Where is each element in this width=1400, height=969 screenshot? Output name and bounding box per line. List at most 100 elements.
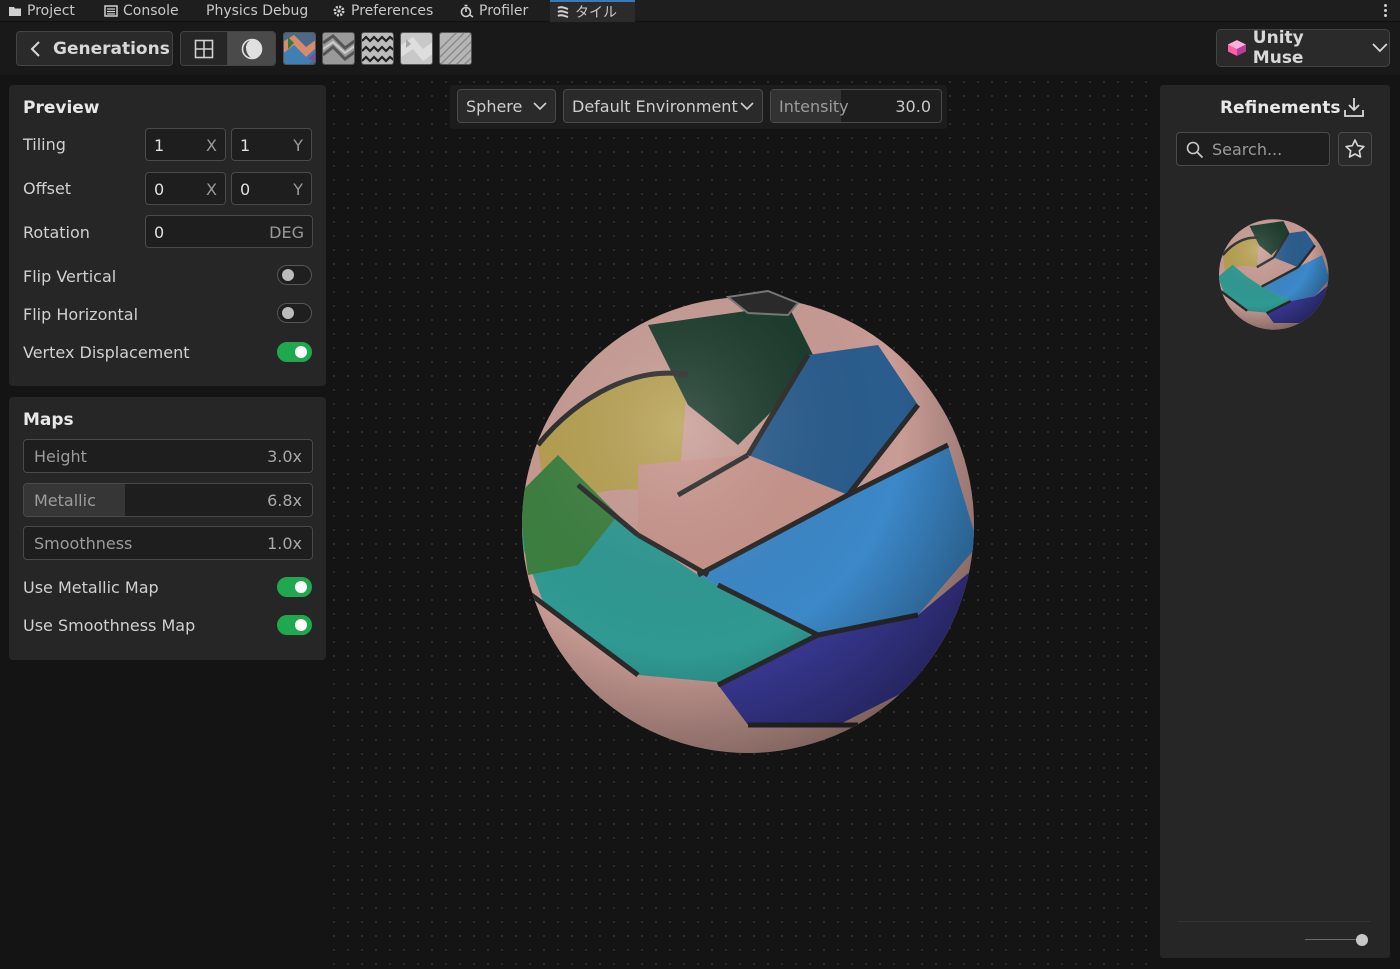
maps-panel: Maps Height 3.0x Metallic 6.8x Smoothnes…	[9, 397, 326, 660]
rotation-value: 0	[154, 223, 165, 242]
profiler-icon	[460, 4, 474, 18]
normal-map-thumbnail[interactable]	[361, 32, 394, 65]
use-metallic-map-toggle[interactable]	[277, 577, 312, 597]
grid-icon	[194, 39, 214, 58]
muse-texture-icon	[557, 6, 569, 18]
tiling-y-unit: Y	[293, 136, 303, 155]
metallic-slider[interactable]: Metallic 6.8x	[23, 483, 313, 517]
console-icon	[104, 5, 118, 17]
rotation-unit: DEG	[269, 223, 304, 242]
view-mode-toggle	[180, 31, 276, 66]
environment-dropdown[interactable]: Default Environment	[563, 89, 763, 123]
tab-tile[interactable]: タイル	[550, 0, 635, 22]
metallic-value: 6.8x	[267, 491, 302, 510]
offset-label: Offset	[23, 179, 72, 198]
flip-vertical-toggle[interactable]	[277, 265, 312, 285]
chevron-down-icon	[533, 102, 547, 111]
search-placeholder: Search...	[1212, 140, 1283, 159]
tiling-y-field[interactable]: 1 Y	[231, 128, 312, 161]
rotation-field[interactable]: 0 DEG	[145, 215, 313, 248]
more-options-icon[interactable]	[1382, 2, 1388, 20]
search-icon	[1186, 141, 1204, 159]
intensity-value: 30.0	[895, 97, 931, 116]
favorites-button[interactable]	[1338, 132, 1372, 166]
unity-muse-button[interactable]: Unity Muse	[1216, 28, 1390, 68]
back-button-label: Generations	[53, 38, 170, 59]
toolbar: Generations Unity Muse	[0, 22, 1400, 75]
height-map-thumbnail[interactable]	[322, 32, 355, 65]
divider	[1178, 921, 1371, 922]
tab-console[interactable]: Console	[104, 0, 179, 22]
use-smoothness-map-toggle[interactable]	[277, 615, 312, 635]
smoothness-map-thumbnail[interactable]	[439, 32, 472, 65]
editor-tab-bar: Project Console Physics Debug Preference…	[0, 0, 1400, 22]
tiling-x-value: 1	[154, 136, 165, 155]
chevron-down-icon	[1372, 43, 1388, 53]
height-label: Height	[34, 447, 87, 466]
albedo-map-thumbnail[interactable]	[283, 32, 316, 65]
tab-preferences[interactable]: Preferences	[332, 0, 433, 22]
intensity-label: Intensity	[779, 96, 849, 116]
smoothness-slider[interactable]: Smoothness 1.0x	[23, 526, 313, 560]
zoom-slider-handle[interactable]	[1356, 934, 1368, 946]
preview-panel: Preview Tiling 1 X 1 Y Offset 0 X 0 Y Ro…	[9, 85, 326, 386]
tab-label: Preferences	[351, 3, 434, 19]
download-icon[interactable]	[1343, 96, 1365, 118]
tiling-x-field[interactable]: 1 X	[145, 128, 226, 161]
flip-horizontal-toggle[interactable]	[277, 303, 312, 323]
folder-icon	[9, 7, 21, 16]
metallic-label: Metallic	[34, 491, 96, 510]
tab-label: Console	[123, 3, 179, 19]
height-slider[interactable]: Height 3.0x	[23, 439, 313, 473]
refinement-thumbnail[interactable]	[1218, 216, 1330, 331]
rotation-label: Rotation	[23, 223, 90, 242]
tab-project[interactable]: Project	[8, 0, 75, 22]
offset-x-value: 0	[154, 180, 165, 199]
flip-vertical-label: Flip Vertical	[23, 267, 117, 286]
chevron-left-icon	[30, 40, 40, 57]
intensity-slider[interactable]: Intensity 30.0	[770, 89, 942, 123]
tab-label: Project	[27, 3, 75, 19]
use-smoothness-map-label: Use Smoothness Map	[23, 616, 196, 635]
refinements-title: Refinements	[1220, 98, 1341, 118]
flip-horizontal-label: Flip Horizontal	[23, 305, 139, 324]
preview-shape-value: Sphere	[466, 96, 523, 116]
tab-label: Profiler	[479, 3, 529, 19]
environment-value: Default Environment	[572, 96, 738, 116]
metallic-map-thumbnail[interactable]	[400, 32, 433, 65]
gear-icon	[333, 5, 345, 17]
vertex-displacement-toggle[interactable]	[277, 342, 312, 362]
offset-x-field[interactable]: 0 X	[145, 172, 226, 205]
tiling-label: Tiling	[23, 135, 66, 154]
refinements-search-input[interactable]: Search...	[1176, 132, 1330, 166]
use-metallic-map-label: Use Metallic Map	[23, 578, 159, 597]
tab-profiler[interactable]: Profiler	[460, 0, 528, 22]
preview-panel-title: Preview	[23, 98, 100, 118]
vertex-displacement-label: Vertex Displacement	[23, 343, 190, 362]
unity-muse-logo-icon	[1227, 40, 1246, 56]
smoothness-label: Smoothness	[34, 534, 133, 553]
offset-y-value: 0	[240, 180, 251, 199]
offset-y-field[interactable]: 0 Y	[231, 172, 312, 205]
unity-muse-label: Unity Muse	[1252, 28, 1304, 68]
viewport-controls: Sphere Default Environment Intensity 30.…	[450, 85, 947, 129]
material-preview-sphere[interactable]	[518, 285, 980, 757]
grid-view-button[interactable]	[181, 32, 229, 65]
tab-physics-debug[interactable]: Physics Debug	[206, 0, 308, 22]
back-to-generations-button[interactable]: Generations	[16, 31, 173, 66]
zoom-slider-track[interactable]	[1305, 939, 1363, 940]
star-icon	[1345, 139, 1365, 158]
tiling-x-unit: X	[206, 136, 217, 155]
sphere-view-button[interactable]	[228, 32, 275, 65]
preview-shape-dropdown[interactable]: Sphere	[457, 89, 556, 123]
sphere-icon	[241, 38, 262, 59]
maps-panel-title: Maps	[23, 410, 74, 430]
chevron-down-icon	[740, 102, 754, 111]
offset-x-unit: X	[206, 180, 217, 199]
tab-label: Physics Debug	[206, 3, 309, 19]
smoothness-value: 1.0x	[267, 534, 302, 553]
height-value: 3.0x	[267, 447, 302, 466]
refinements-panel: Refinements Search...	[1160, 85, 1390, 958]
tiling-y-value: 1	[240, 136, 251, 155]
offset-y-unit: Y	[293, 180, 303, 199]
